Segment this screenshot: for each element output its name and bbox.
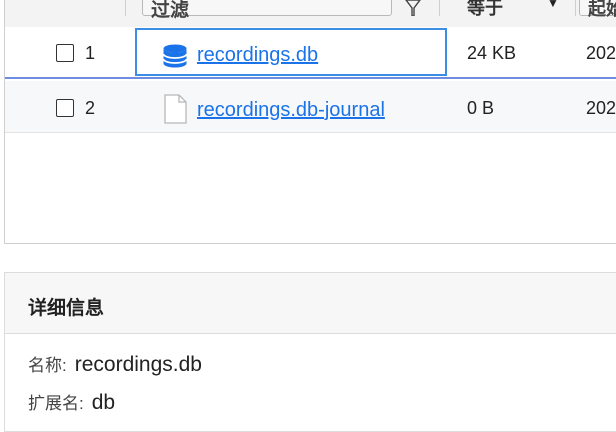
filter-input[interactable]: 过滤	[142, 0, 392, 21]
filter-row: 过滤 等于 ▼ 起始	[5, 0, 616, 29]
detail-name-value: recordings.db	[74, 353, 202, 376]
file-list-grid: 过滤 等于 ▼ 起始 1 recordings.db 24 KB 202 2	[4, 0, 616, 244]
start-placeholder: 起始	[588, 0, 616, 19]
file-size: 24 KB	[467, 43, 517, 63]
file-name-link[interactable]: recordings.db	[197, 44, 318, 67]
row-checkbox[interactable]	[56, 44, 74, 62]
dropdown-arrow-icon: ▼	[547, 0, 559, 10]
row-checkbox[interactable]	[56, 99, 74, 117]
details-panel: 详细信息 名称: recordings.db 扩展名: db	[4, 272, 616, 432]
details-header: 详细信息	[5, 273, 616, 334]
filter-placeholder: 过滤	[151, 0, 190, 21]
start-date-input[interactable]: 起始	[579, 0, 616, 19]
detail-name-row: 名称: recordings.db	[28, 351, 202, 377]
column-separator	[575, 0, 576, 16]
database-icon	[162, 44, 188, 68]
file-date: 202	[586, 98, 616, 118]
file-icon	[164, 94, 187, 124]
detail-extension-label: 扩展名:	[28, 394, 84, 413]
filter-funnel-icon[interactable]	[403, 0, 423, 16]
file-date: 202	[586, 43, 616, 63]
file-size: 0 B	[467, 98, 495, 118]
detail-name-label: 名称:	[28, 356, 67, 375]
table-row[interactable]: 2 recordings.db-journal 0 B 202	[5, 81, 616, 133]
table-row[interactable]: 1 recordings.db 24 KB 202	[5, 27, 616, 79]
file-name-link[interactable]: recordings.db-journal	[197, 99, 385, 122]
column-separator	[125, 0, 126, 16]
condition-select[interactable]: 等于 ▼	[463, 0, 567, 18]
row-number: 1	[85, 43, 96, 63]
condition-label: 等于	[467, 0, 503, 18]
column-separator	[439, 0, 440, 16]
detail-extension-value: db	[91, 391, 116, 414]
row-number: 2	[85, 98, 96, 118]
details-title: 详细信息	[28, 298, 105, 319]
detail-extension-row: 扩展名: db	[28, 389, 115, 415]
